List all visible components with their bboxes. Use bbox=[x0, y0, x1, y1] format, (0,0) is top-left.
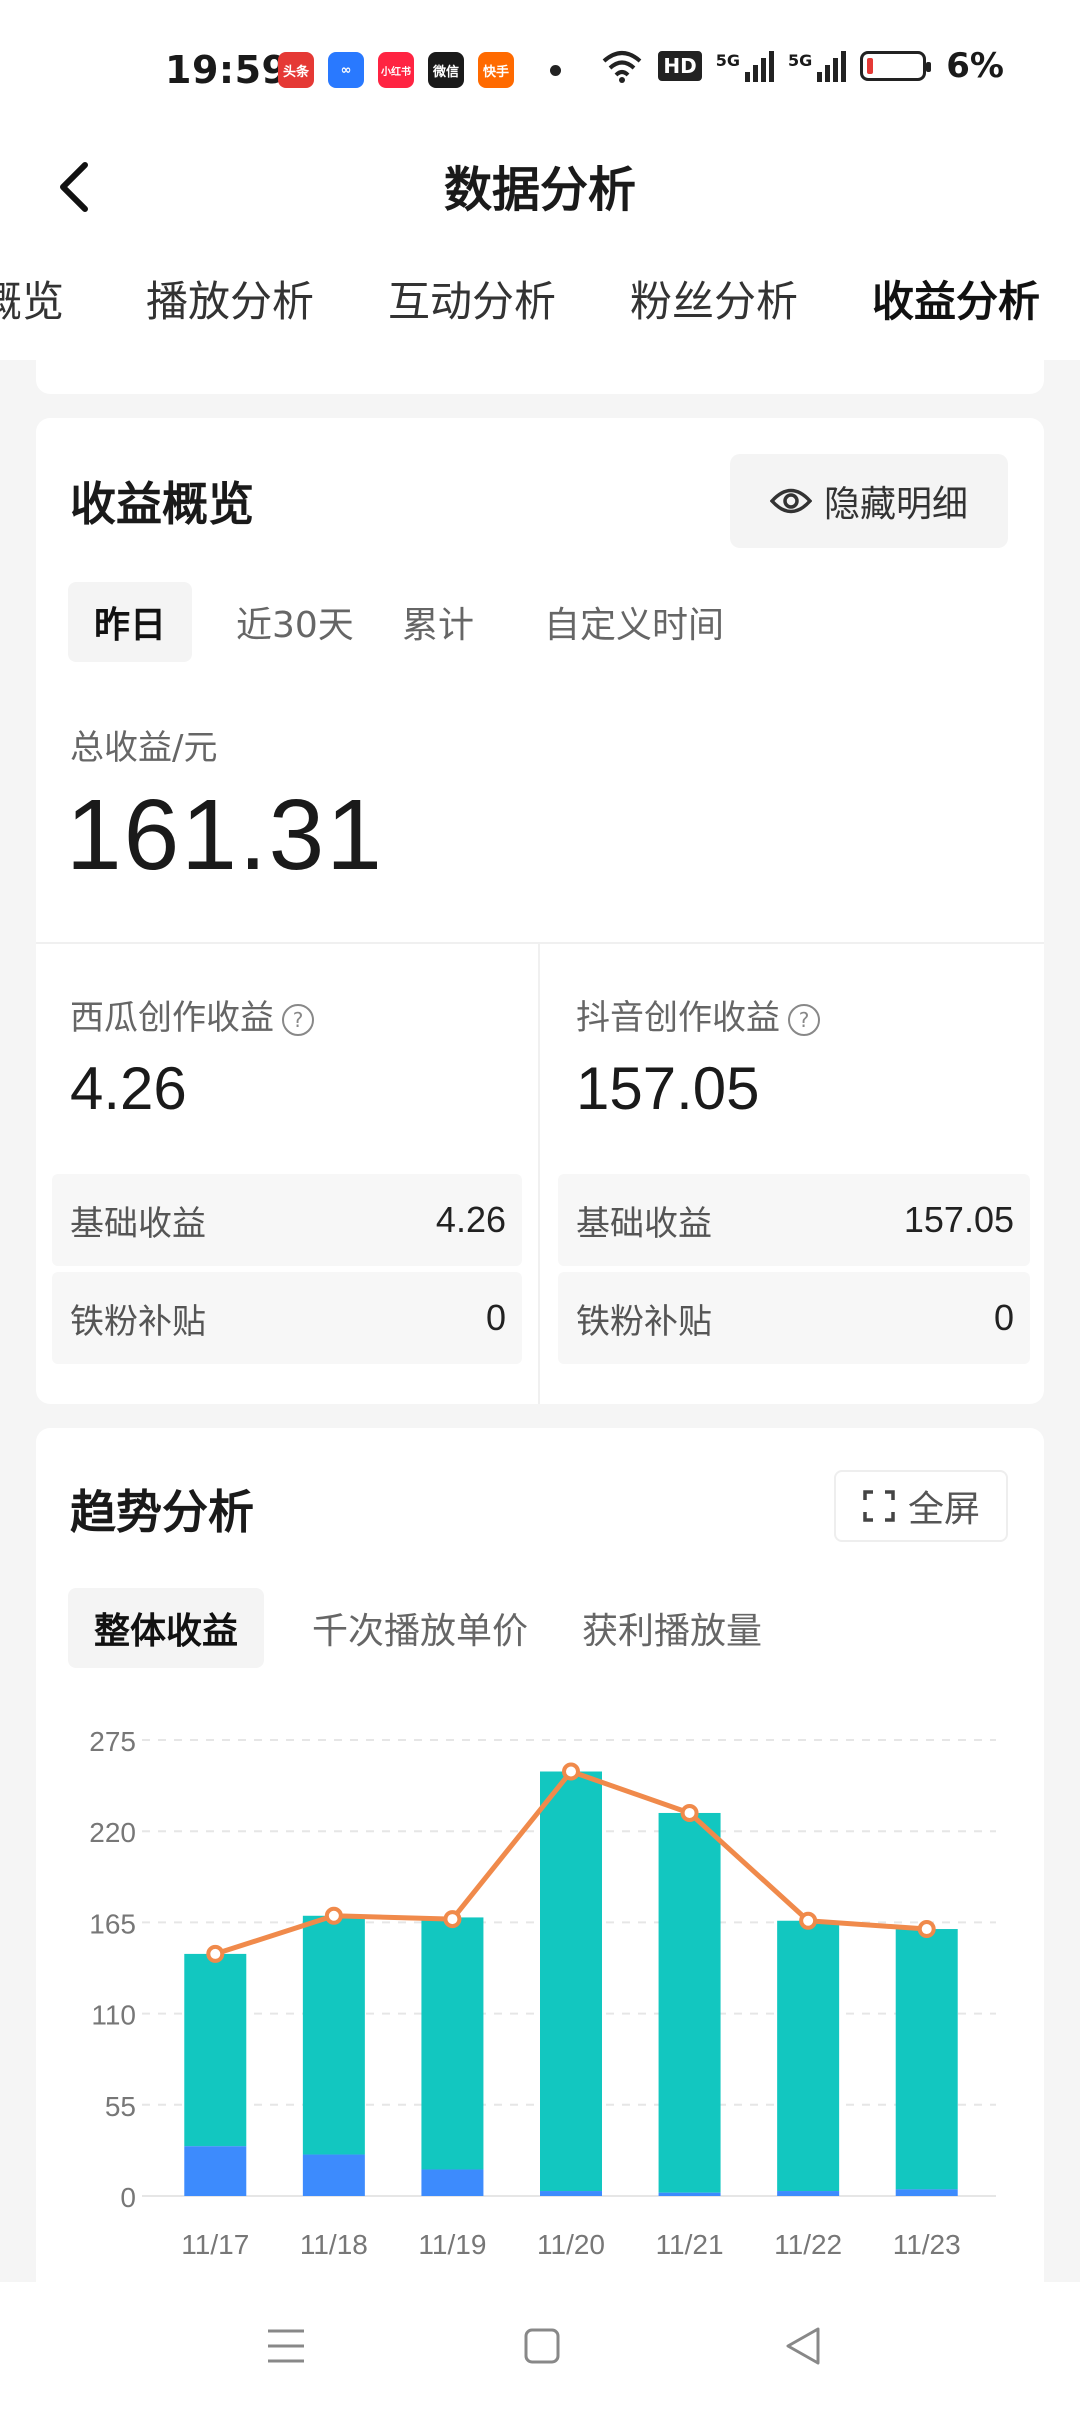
x-tick-label: 11/22 bbox=[774, 2229, 842, 2260]
trend-chart: 0 55 110 165 220 275 11/17 11/18 11/19 11/20 11/21… bbox=[89, 1726, 996, 2260]
eye-icon bbox=[769, 488, 812, 514]
xigua-fan-subsidy-row: 铁粉补贴 0 bbox=[52, 1272, 522, 1364]
bar-xigua bbox=[895, 2189, 958, 2196]
metric-rpm[interactable]: 千次播放单价 bbox=[286, 1588, 554, 1668]
bar-xigua bbox=[184, 2146, 247, 2196]
hide-details-label: 隐藏明细 bbox=[823, 484, 968, 525]
x-tick-label: 11/18 bbox=[300, 2229, 368, 2260]
bar-xigua bbox=[540, 2191, 602, 2196]
status-bar: 19:59 头条 ∞ 小红书 微信 快手 HD 5G 5G 6% bbox=[0, 0, 1080, 140]
bar-douyin bbox=[895, 1929, 958, 2190]
period-cumulative[interactable]: 累计 bbox=[376, 582, 500, 662]
y-tick-label: 0 bbox=[120, 2182, 136, 2213]
trend-analysis-title: 趋势分析 bbox=[70, 1485, 254, 1539]
metric-total-revenue[interactable]: 整体收益 bbox=[68, 1588, 265, 1668]
fullscreen-icon bbox=[863, 1490, 895, 1522]
fullscreen-label: 全屏 bbox=[907, 1489, 980, 1530]
hide-details-button[interactable]: 隐藏明细 bbox=[730, 454, 1008, 548]
battery-percent: 6% bbox=[946, 46, 1004, 86]
revenue-overview-title: 收益概览 bbox=[70, 477, 254, 531]
x-tick-label: 11/17 bbox=[181, 2229, 249, 2260]
y-tick-label: 275 bbox=[89, 1726, 136, 1757]
divider bbox=[36, 942, 1044, 944]
line-point bbox=[206, 1944, 225, 1963]
bar-douyin bbox=[302, 1915, 365, 2155]
x-tick-label: 11/23 bbox=[893, 2229, 961, 2260]
bar-xigua bbox=[777, 2191, 840, 2196]
line-point bbox=[324, 1906, 343, 1925]
signal-icon: 5G bbox=[716, 50, 774, 82]
bar-xigua bbox=[421, 2169, 484, 2196]
bar-xigua bbox=[658, 2192, 721, 2196]
x-tick-label: 11/21 bbox=[656, 2229, 724, 2260]
status-app-icon: ∞ bbox=[328, 52, 364, 88]
revenue-overview-card: 收益概览 隐藏明细 昨日 近30天 累计 自定义时间 总收益/元 161.31 … bbox=[36, 418, 1044, 1404]
total-revenue-value: 161.31 bbox=[66, 779, 384, 891]
status-time: 19:59 bbox=[165, 48, 289, 92]
tab-revenue[interactable]: 收益分析 bbox=[872, 268, 1040, 329]
xigua-basic-row: 基础收益 4.26 bbox=[52, 1174, 522, 1266]
fullscreen-button[interactable]: 全屏 bbox=[834, 1470, 1008, 1542]
bar-douyin bbox=[540, 1771, 602, 2192]
period-custom[interactable]: 自定义时间 bbox=[518, 582, 750, 662]
y-tick-label: 55 bbox=[105, 2091, 136, 2122]
system-nav-bar bbox=[0, 2282, 1080, 2412]
y-tick-label: 165 bbox=[89, 1908, 136, 1939]
tab-playback[interactable]: 播放分析 bbox=[146, 268, 314, 329]
help-icon[interactable]: ? bbox=[282, 1003, 314, 1036]
trend-analysis-card: 趋势分析 全屏 整体收益 千次播放单价 获利播放量 0 55 110 165 220 27… bbox=[36, 1428, 1044, 2308]
status-app-icon: 微信 bbox=[428, 52, 464, 88]
help-icon[interactable]: ? bbox=[788, 1003, 820, 1036]
status-app-icon: 头条 bbox=[278, 52, 314, 88]
status-app-icon: 小红书 bbox=[378, 52, 414, 88]
back-triangle-icon[interactable] bbox=[784, 2326, 822, 2366]
period-30days[interactable]: 近30天 bbox=[210, 582, 380, 662]
status-app-icons: 头条 ∞ 小红书 微信 快手 bbox=[278, 52, 561, 88]
menu-icon[interactable] bbox=[266, 2328, 306, 2364]
page-title: 数据分析 bbox=[443, 162, 636, 218]
douyin-basic-row: 基础收益 157.05 bbox=[558, 1174, 1030, 1266]
metric-monetized-views[interactable]: 获利播放量 bbox=[556, 1588, 788, 1668]
divider bbox=[538, 942, 540, 1404]
x-tick-label: 11/20 bbox=[537, 2229, 605, 2260]
tab-overview[interactable]: 概览 bbox=[0, 268, 64, 329]
status-indicators: HD 5G 5G 6% bbox=[600, 46, 1004, 86]
bar-douyin bbox=[421, 1917, 484, 2170]
line-point bbox=[443, 1910, 462, 1929]
previous-card-edge bbox=[36, 330, 1044, 394]
nav-bar: 数据分析 bbox=[0, 140, 1080, 240]
xigua-revenue-value: 4.26 bbox=[70, 1055, 187, 1122]
tab-fans[interactable]: 粉丝分析 bbox=[630, 268, 798, 329]
bar-douyin bbox=[658, 1812, 721, 2193]
bar-douyin bbox=[777, 1920, 840, 2192]
period-yesterday[interactable]: 昨日 bbox=[68, 582, 193, 662]
total-revenue-label: 总收益/元 bbox=[70, 728, 218, 768]
home-icon[interactable] bbox=[524, 2328, 560, 2364]
y-tick-label: 110 bbox=[91, 2000, 136, 2031]
line-point bbox=[917, 1920, 936, 1939]
battery-icon bbox=[860, 51, 932, 81]
line-point bbox=[680, 1803, 699, 1822]
signal-icon-2: 5G bbox=[788, 50, 847, 82]
x-tick-label: 11/19 bbox=[418, 2229, 486, 2260]
line-point bbox=[799, 1911, 818, 1930]
more-notifications-dot bbox=[550, 64, 561, 76]
bar-douyin bbox=[184, 1953, 247, 2147]
line-point bbox=[562, 1762, 580, 1781]
xigua-revenue-label: 西瓜创作收益? bbox=[70, 990, 314, 1039]
douyin-fan-subsidy-row: 铁粉补贴 0 bbox=[558, 1272, 1030, 1364]
status-app-icon: 快手 bbox=[478, 52, 514, 88]
douyin-revenue-label: 抖音创作收益? bbox=[576, 990, 820, 1039]
wifi-icon bbox=[603, 51, 642, 83]
y-tick-label: 220 bbox=[89, 1817, 136, 1848]
bar-xigua bbox=[302, 2154, 365, 2196]
tab-interaction[interactable]: 互动分析 bbox=[388, 268, 556, 329]
douyin-revenue-value: 157.05 bbox=[576, 1055, 760, 1122]
hd-icon: HD bbox=[658, 51, 702, 81]
